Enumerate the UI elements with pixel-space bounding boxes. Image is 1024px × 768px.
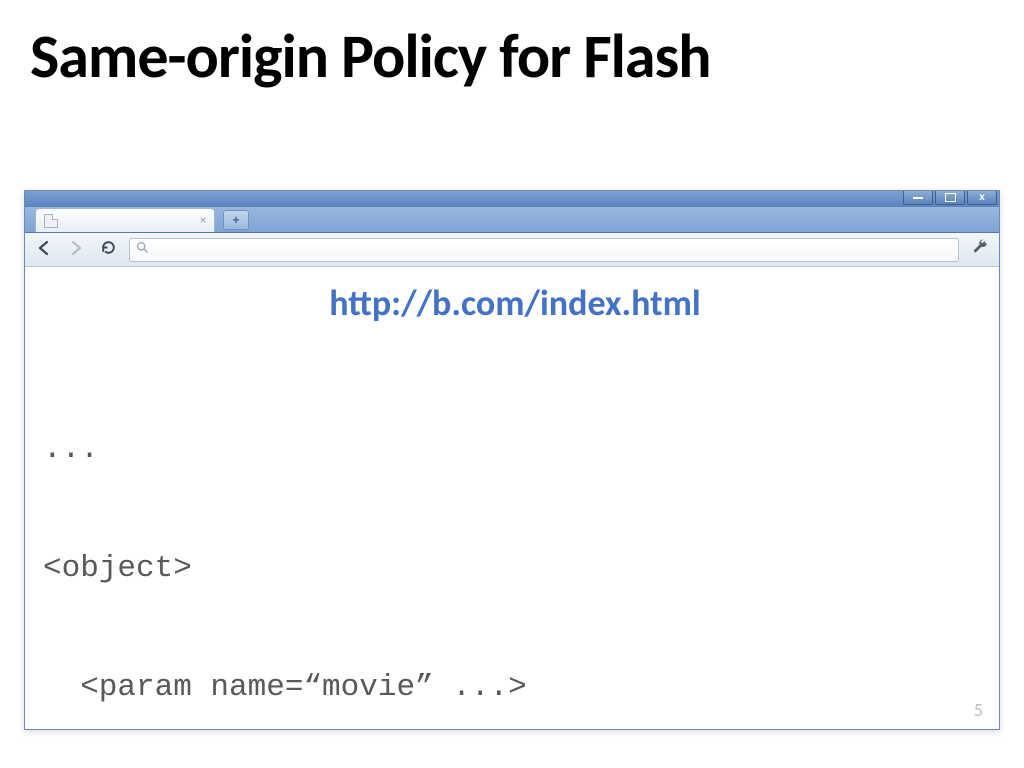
settings-wrench-icon[interactable] — [969, 238, 991, 261]
address-bar[interactable] — [129, 238, 959, 262]
code-line: <param name=“movie” ...> — [43, 668, 987, 708]
forward-button[interactable] — [65, 238, 87, 262]
page-content: http://b.com/index.html ... <object> <pa… — [25, 267, 999, 729]
back-button[interactable] — [33, 238, 55, 262]
page-icon — [44, 214, 58, 228]
tab-strip: × + — [25, 207, 999, 233]
code-line: ... — [43, 430, 987, 470]
window-minimize-button[interactable] — [903, 191, 933, 205]
slide-title: Same-origin Policy for Flash — [0, 0, 1024, 94]
window-titlebar: x — [25, 191, 999, 207]
window-close-button[interactable]: x — [967, 191, 997, 205]
tab-close-icon[interactable]: × — [200, 214, 206, 228]
browser-tab[interactable]: × — [35, 208, 215, 232]
page-url-heading: http://b.com/index.html — [43, 281, 987, 325]
slide-number: 5 — [974, 699, 983, 721]
toolbar — [25, 233, 999, 267]
code-line: <object> — [43, 549, 987, 589]
new-tab-button[interactable]: + — [223, 210, 249, 230]
browser-window: x × + — [24, 190, 1000, 730]
search-icon — [136, 241, 149, 258]
window-maximize-button[interactable] — [935, 191, 965, 205]
address-input[interactable] — [149, 242, 952, 257]
code-block: ... <object> <param name=“movie” ...> <e… — [43, 351, 987, 768]
reload-button[interactable] — [97, 239, 119, 261]
slide: Same-origin Policy for Flash x × + — [0, 0, 1024, 768]
